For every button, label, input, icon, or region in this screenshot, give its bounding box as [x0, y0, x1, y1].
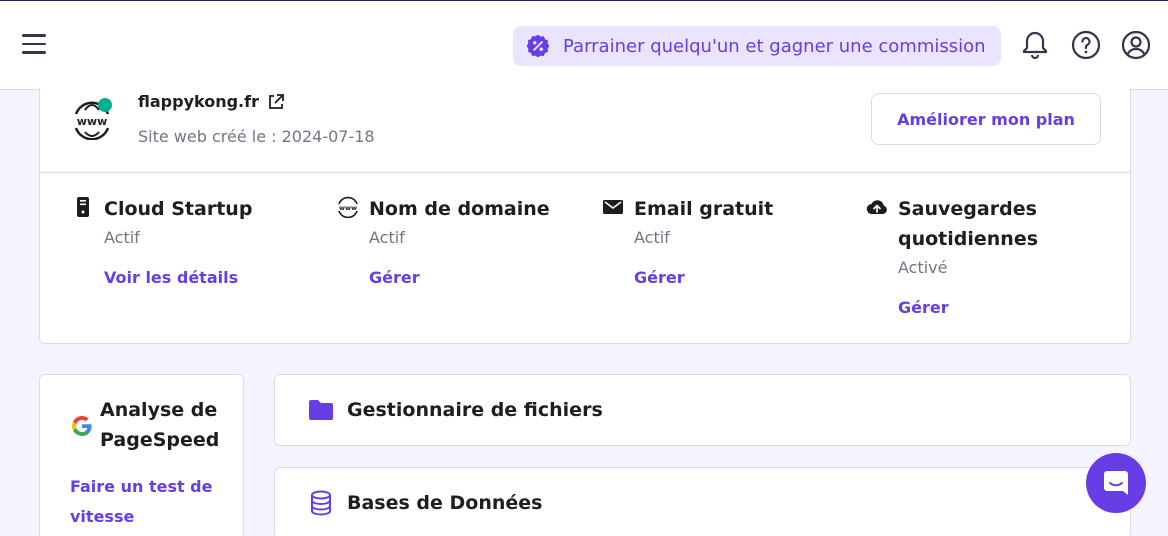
top-bar: Parrainer quelqu'un et gagner une commis… — [0, 0, 1168, 90]
service-title: Sauvegardes quotidiennes — [898, 198, 1039, 250]
databases-label: Bases de Données — [347, 492, 543, 514]
service-status: Actif — [104, 228, 140, 247]
www-icon: www — [338, 196, 358, 218]
discount-badge-icon — [526, 34, 550, 58]
service-status: Actif — [634, 228, 670, 247]
chat-button[interactable] — [1086, 453, 1146, 513]
speed-test-link[interactable]: Faire un test de vitesse — [70, 472, 230, 532]
service-status: Actif — [369, 228, 405, 247]
user-circle-icon[interactable] — [1120, 29, 1152, 61]
divider — [40, 172, 1130, 173]
view-details-link[interactable]: Voir les détails — [104, 268, 238, 287]
upgrade-plan-button[interactable]: Améliorer mon plan — [871, 93, 1101, 145]
manage-email-link[interactable]: Gérer — [634, 268, 685, 287]
file-manager-card[interactable]: Gestionnaire de fichiers — [274, 374, 1131, 446]
svg-text:www: www — [77, 115, 108, 128]
service-title: Cloud Startup — [104, 198, 253, 220]
pagespeed-title: Analyse de PageSpeed — [100, 399, 220, 451]
referral-label: Parrainer quelqu'un et gagner une commis… — [563, 35, 986, 57]
site-created-date: Site web créé le : 2024-07-18 — [138, 127, 375, 146]
chat-bubble-icon — [1104, 471, 1128, 495]
svg-text:www: www — [339, 204, 357, 212]
server-icon — [77, 197, 89, 217]
hamburger-icon[interactable] — [22, 34, 46, 56]
databases-card[interactable]: Bases de Données — [274, 467, 1131, 536]
site-domain-link[interactable]: flappykong.fr — [138, 92, 285, 111]
service-title: Email gratuit — [634, 198, 774, 220]
site-domain: flappykong.fr — [138, 92, 259, 111]
cloud-upload-icon — [866, 200, 887, 215]
service-title: Nom de domaine — [369, 198, 550, 220]
google-icon — [72, 415, 92, 437]
manage-backups-link[interactable]: Gérer — [898, 298, 949, 317]
external-link-icon — [269, 93, 284, 109]
envelope-icon — [603, 200, 623, 214]
referral-button[interactable]: Parrainer quelqu'un et gagner une commis… — [513, 26, 1001, 66]
manage-domain-link[interactable]: Gérer — [369, 268, 420, 287]
database-icon — [311, 490, 331, 516]
bell-icon[interactable] — [1019, 29, 1051, 61]
website-card: www flappykong.fr Site web créé le : 202… — [39, 88, 1131, 344]
folder-icon — [309, 400, 333, 420]
www-globe-icon: www — [74, 98, 112, 140]
file-manager-label: Gestionnaire de fichiers — [347, 399, 603, 421]
help-circle-icon[interactable] — [1070, 29, 1102, 61]
service-status: Activé — [898, 258, 948, 277]
pagespeed-card: Analyse de PageSpeed Faire un test de vi… — [39, 374, 244, 536]
